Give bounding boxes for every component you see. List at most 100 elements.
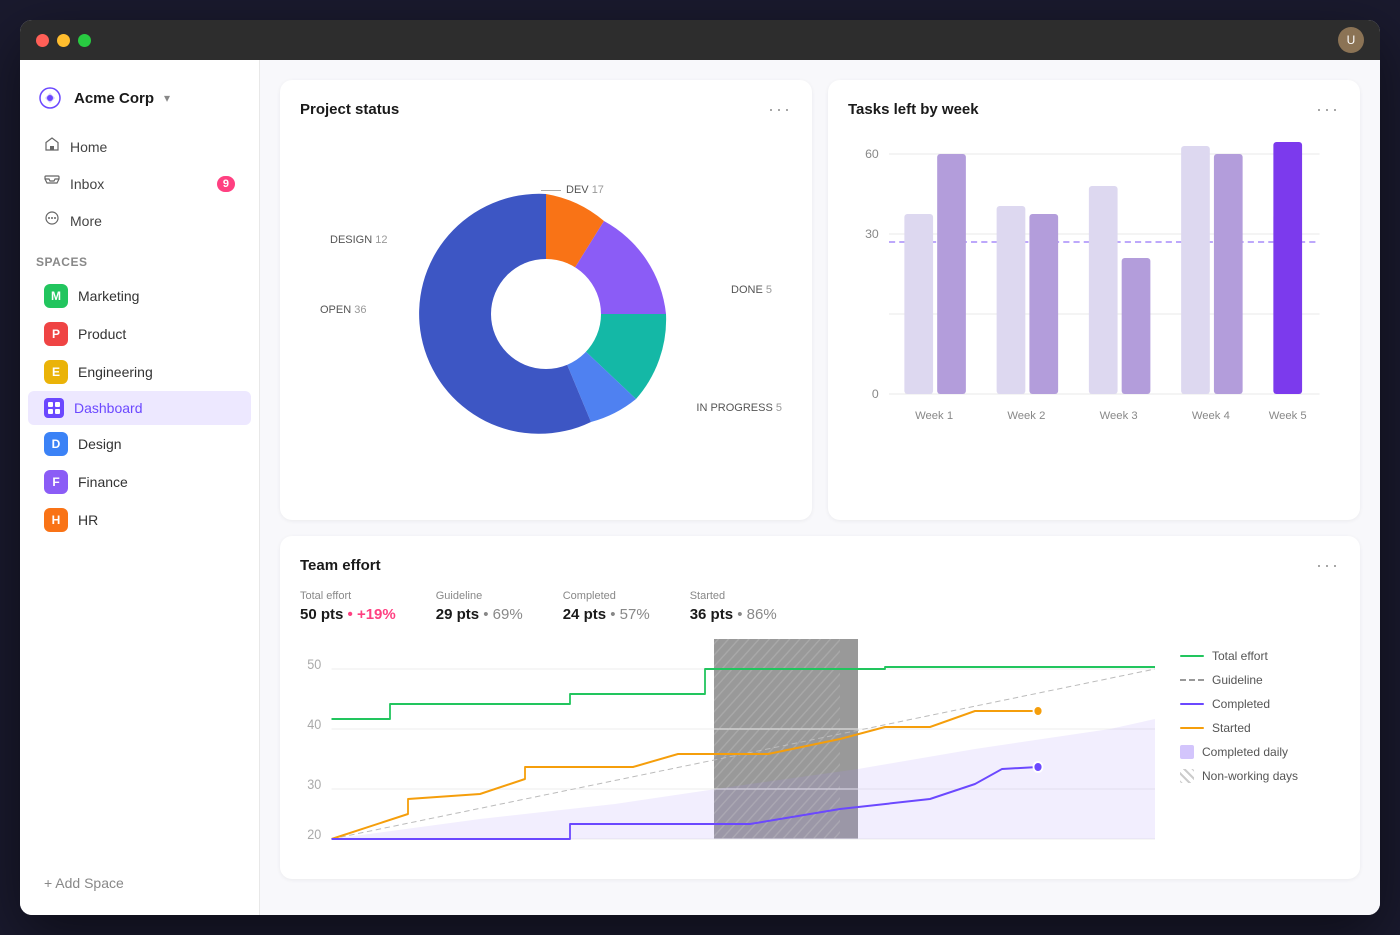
stat-change-total: • +19%	[348, 606, 396, 623]
team-effort-header: Team effort ···	[300, 556, 1340, 574]
stat-change-guideline: • 69%	[483, 606, 522, 623]
team-effort-card: Team effort ··· Total effort 50 pts • +1…	[280, 536, 1360, 879]
nav-label-home: Home	[70, 139, 107, 155]
bar-w1-purple	[937, 154, 966, 394]
line-chart: 20 30 40 50	[300, 639, 1164, 859]
svg-text:50: 50	[307, 656, 321, 672]
stat-value-guideline: 29 pts • 69%	[436, 606, 523, 623]
team-effort-more[interactable]: ···	[1316, 556, 1340, 574]
completed-endpoint	[1034, 762, 1043, 772]
project-status-more[interactable]: ···	[768, 100, 792, 118]
pie-chart-container: DEV 17 DONE 5 IN PROGRESS 5 OPEN 36	[300, 134, 792, 494]
traffic-lights	[36, 34, 91, 47]
maximize-button[interactable]	[78, 34, 91, 47]
bar-chart-container: 60 30 0	[848, 134, 1340, 494]
line-chart-area: 20 30 40 50	[300, 639, 1164, 859]
main-layout: Acme Corp ▾ Home	[20, 60, 1380, 915]
stat-value-total: 50 pts • +19%	[300, 606, 396, 623]
minimize-button[interactable]	[57, 34, 70, 47]
space-avatar-finance: F	[44, 470, 68, 494]
tasks-by-week-card: Tasks left by week ···	[828, 80, 1360, 520]
nav-item-home[interactable]: Home	[28, 128, 251, 165]
bar-w3-gray	[1089, 186, 1118, 394]
legend-nonworking: Non-working days	[1180, 769, 1340, 783]
legend-label-started: Started	[1212, 721, 1251, 735]
tasks-more[interactable]: ···	[1316, 100, 1340, 118]
user-avatar[interactable]: U	[1338, 27, 1364, 53]
space-avatar-hr: H	[44, 508, 68, 532]
tasks-title: Tasks left by week	[848, 101, 979, 118]
space-label-design: Design	[78, 436, 122, 452]
svg-text:30: 30	[865, 227, 879, 241]
legend-line-completed	[1180, 703, 1204, 705]
legend-guideline: Guideline	[1180, 673, 1340, 687]
legend-total-effort: Total effort	[1180, 649, 1340, 663]
sidebar-item-dashboard[interactable]: Dashboard	[28, 391, 251, 425]
svg-text:Week 1: Week 1	[915, 410, 953, 422]
effort-stats: Total effort 50 pts • +19% Guideline 29 …	[300, 590, 1340, 623]
space-avatar-marketing: M	[44, 284, 68, 308]
home-icon	[44, 136, 60, 157]
space-avatar-design: D	[44, 432, 68, 456]
stat-label-guideline: Guideline	[436, 590, 523, 602]
legend-pattern-nonworking	[1180, 769, 1194, 783]
sidebar-item-product[interactable]: P Product	[28, 315, 251, 353]
dashboard-icon	[44, 398, 64, 418]
space-avatar-engineering: E	[44, 360, 68, 384]
effort-main: 20 30 40 50	[300, 639, 1340, 859]
svg-text:60: 60	[865, 147, 879, 161]
space-label-hr: HR	[78, 512, 98, 528]
bar-w4-purple	[1214, 154, 1243, 394]
team-effort-title: Team effort	[300, 557, 381, 574]
space-label-marketing: Marketing	[78, 288, 139, 304]
nav-label-more: More	[70, 213, 102, 229]
legend-label-completed: Completed	[1212, 697, 1270, 711]
workspace-icon	[36, 84, 64, 112]
started-endpoint	[1034, 706, 1043, 716]
inbox-icon	[44, 173, 60, 194]
project-status-card: Project status ···	[280, 80, 812, 520]
spaces-header: Spaces	[20, 239, 259, 277]
dashboard-label: Dashboard	[74, 400, 143, 416]
space-avatar-product: P	[44, 322, 68, 346]
stat-label-total: Total effort	[300, 590, 396, 602]
legend-label-guideline: Guideline	[1212, 673, 1263, 687]
svg-text:Week 5: Week 5	[1269, 410, 1307, 422]
sidebar-item-engineering[interactable]: E Engineering	[28, 353, 251, 391]
legend-line-started	[1180, 727, 1204, 729]
sidebar-item-design[interactable]: D Design	[28, 425, 251, 463]
pie-label-design: DESIGN 12	[330, 234, 387, 246]
space-label-product: Product	[78, 326, 126, 342]
project-status-header: Project status ···	[300, 100, 792, 118]
legend-label-total: Total effort	[1212, 649, 1268, 663]
svg-text:Week 4: Week 4	[1192, 410, 1230, 422]
sidebar-item-hr[interactable]: H HR	[28, 501, 251, 539]
sidebar-item-finance[interactable]: F Finance	[28, 463, 251, 501]
stat-completed: Completed 24 pts • 57%	[563, 590, 650, 623]
stat-total-effort: Total effort 50 pts • +19%	[300, 590, 396, 623]
pie-center	[491, 259, 601, 369]
sidebar-item-marketing[interactable]: M Marketing	[28, 277, 251, 315]
pie-label-done: DONE 5	[731, 284, 772, 296]
nav-item-inbox[interactable]: Inbox 9	[28, 165, 251, 202]
main-content: Project status ···	[260, 60, 1380, 915]
stat-label-completed: Completed	[563, 590, 650, 602]
nav-item-more[interactable]: More	[28, 202, 251, 239]
pie-label-inprogress: IN PROGRESS 5	[696, 402, 782, 414]
tasks-header: Tasks left by week ···	[848, 100, 1340, 118]
bar-w5-purple	[1273, 142, 1302, 394]
title-bar: U	[20, 20, 1380, 60]
inbox-badge: 9	[217, 176, 235, 192]
add-space-button[interactable]: + Add Space	[20, 867, 259, 899]
legend-started: Started	[1180, 721, 1340, 735]
close-button[interactable]	[36, 34, 49, 47]
stat-label-started: Started	[690, 590, 777, 602]
bar-w2-purple	[1029, 214, 1058, 394]
bar-w3-purple	[1122, 258, 1151, 394]
legend-line-total	[1180, 655, 1204, 657]
workspace-header[interactable]: Acme Corp ▾	[20, 76, 259, 128]
top-row: Project status ···	[280, 80, 1360, 520]
legend-label-nonworking: Non-working days	[1202, 769, 1298, 783]
legend-box-daily	[1180, 745, 1194, 759]
svg-text:Week 2: Week 2	[1007, 410, 1045, 422]
